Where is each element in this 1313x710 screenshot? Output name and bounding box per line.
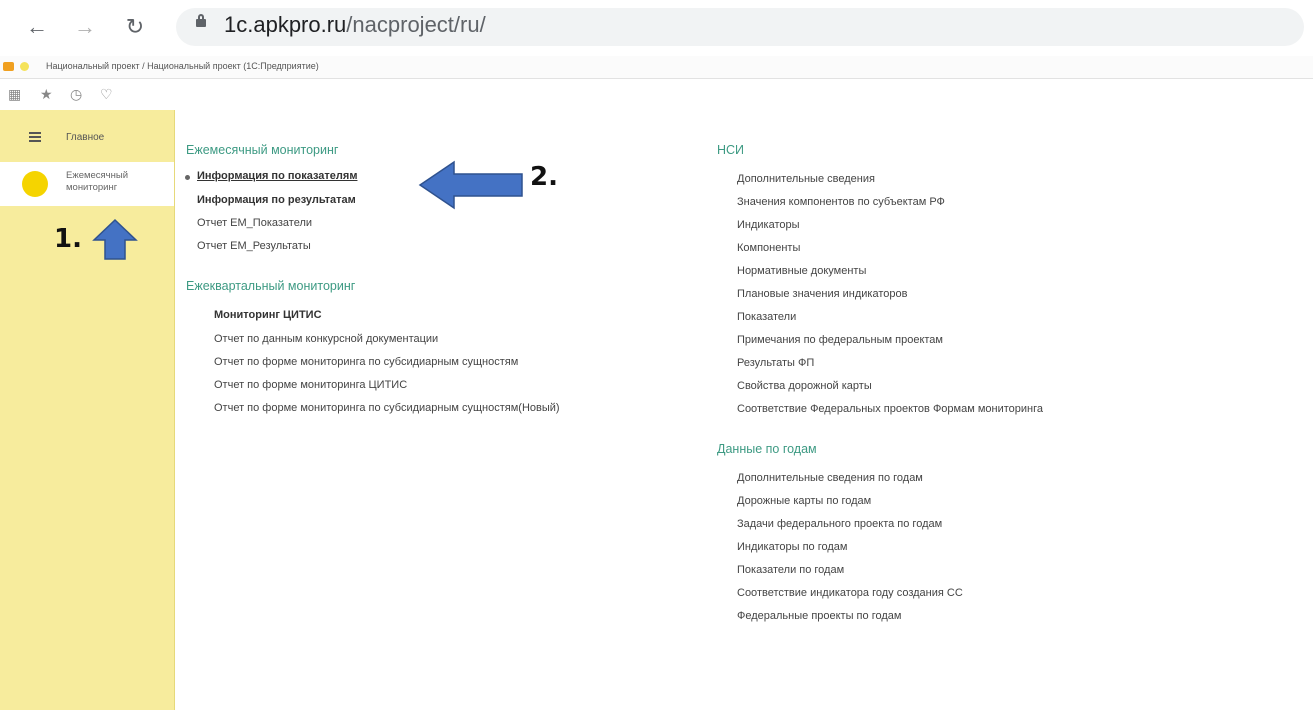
section-title-nsi: НСИ xyxy=(717,143,745,157)
url-path: /nacproject/ru/ xyxy=(346,12,486,37)
forward-arrow-icon[interactable]: → xyxy=(70,12,100,42)
section-icon xyxy=(22,171,48,197)
link-fp-results[interactable]: Результаты ФП xyxy=(737,357,814,369)
link-additional-info-yearly[interactable]: Дополнительные сведения по годам xyxy=(737,472,923,484)
link-report-citis-form[interactable]: Отчет по форме мониторинга ЦИТИС xyxy=(214,379,407,391)
link-components[interactable]: Компоненты xyxy=(737,242,800,254)
section-title-quarterly: Ежеквартальный мониторинг xyxy=(186,279,356,293)
link-indicator-year-mapping[interactable]: Соответствие индикатора году создания СС xyxy=(737,587,963,599)
link-normative-docs[interactable]: Нормативные документы xyxy=(737,265,866,277)
link-report-subsidiary-form-new[interactable]: Отчет по форме мониторинга по субсидиарн… xyxy=(214,402,560,414)
link-results-info[interactable]: Информация по результатам xyxy=(197,194,356,206)
toolbar-icons: ▦ ★ ◷ ♡ xyxy=(0,82,170,108)
app-titlebar: Национальный проект / Национальный проек… xyxy=(0,56,1313,79)
sidebar: Главное Ежемесячный мониторинг xyxy=(0,110,175,710)
back-arrow-icon[interactable]: ← xyxy=(22,12,52,42)
section-title-yearly: Данные по годам xyxy=(717,442,817,456)
link-fp-tasks-yearly[interactable]: Задачи федерального проекта по годам xyxy=(737,518,942,530)
link-component-values[interactable]: Значения компонентов по субъектам РФ xyxy=(737,196,945,208)
link-report-em-results[interactable]: Отчет ЕМ_Результаты xyxy=(197,240,311,252)
browser-toolbar: ← → ↻ 1c.apkpro.ru/nacproject/ru/ xyxy=(0,0,1313,56)
link-indicators-yearly[interactable]: Индикаторы по годам xyxy=(737,541,847,553)
app-title: Национальный проект / Национальный проек… xyxy=(46,61,319,71)
sidebar-item-label: Ежемесячный мониторинг xyxy=(66,170,129,193)
link-indicators-ref[interactable]: Показатели xyxy=(737,311,796,323)
link-roadmap-props[interactable]: Свойства дорожной карты xyxy=(737,380,872,392)
lock-icon xyxy=(196,14,206,27)
link-additional-info[interactable]: Дополнительные сведения xyxy=(737,173,875,185)
url-host: 1c.apkpro.ru xyxy=(224,12,347,37)
link-fp-form-mapping[interactable]: Соответствие Федеральных проектов Формам… xyxy=(737,403,1043,415)
section-title-monthly: Ежемесячный мониторинг xyxy=(186,143,339,157)
annotation-arrow-up-icon xyxy=(92,218,138,260)
annotation-arrow-left-icon xyxy=(418,160,523,210)
link-metrics-yearly[interactable]: Показатели по годам xyxy=(737,564,844,576)
star-icon[interactable]: ★ xyxy=(40,86,53,103)
link-indicators-info[interactable]: Информация по показателям xyxy=(197,170,357,182)
link-indicators[interactable]: Индикаторы xyxy=(737,219,800,231)
link-report-em-indicators[interactable]: Отчет ЕМ_Показатели xyxy=(197,217,312,229)
favorite-icon xyxy=(20,62,29,71)
sidebar-item-main[interactable]: Главное xyxy=(0,124,174,158)
reload-icon[interactable]: ↻ xyxy=(120,12,150,42)
link-citis-monitoring[interactable]: Мониторинг ЦИТИС xyxy=(214,309,322,321)
history-icon[interactable]: ◷ xyxy=(70,86,82,103)
app-logo-icon xyxy=(3,62,14,71)
link-fp-notes[interactable]: Примечания по федеральным проектам xyxy=(737,334,943,346)
sidebar-item-monthly-monitoring[interactable]: Ежемесячный мониторинг xyxy=(0,162,174,206)
link-fp-yearly[interactable]: Федеральные проекты по годам xyxy=(737,610,901,622)
bullet-icon xyxy=(185,175,190,180)
bell-icon[interactable]: ♡ xyxy=(100,86,113,103)
link-roadmaps-yearly[interactable]: Дорожные карты по годам xyxy=(737,495,871,507)
link-report-competition-docs[interactable]: Отчет по данным конкурсной документации xyxy=(214,333,438,345)
annotation-step-1: 1. xyxy=(54,224,82,254)
link-planned-values[interactable]: Плановые значения индикаторов xyxy=(737,288,907,300)
menu-icon xyxy=(29,132,41,142)
grid-icon[interactable]: ▦ xyxy=(8,86,21,103)
annotation-step-2: 2. xyxy=(530,162,558,192)
sidebar-item-label: Главное xyxy=(66,132,105,143)
url-text[interactable]: 1c.apkpro.ru/nacproject/ru/ xyxy=(224,12,486,38)
link-report-subsidiary-form[interactable]: Отчет по форме мониторинга по субсидиарн… xyxy=(214,356,518,368)
